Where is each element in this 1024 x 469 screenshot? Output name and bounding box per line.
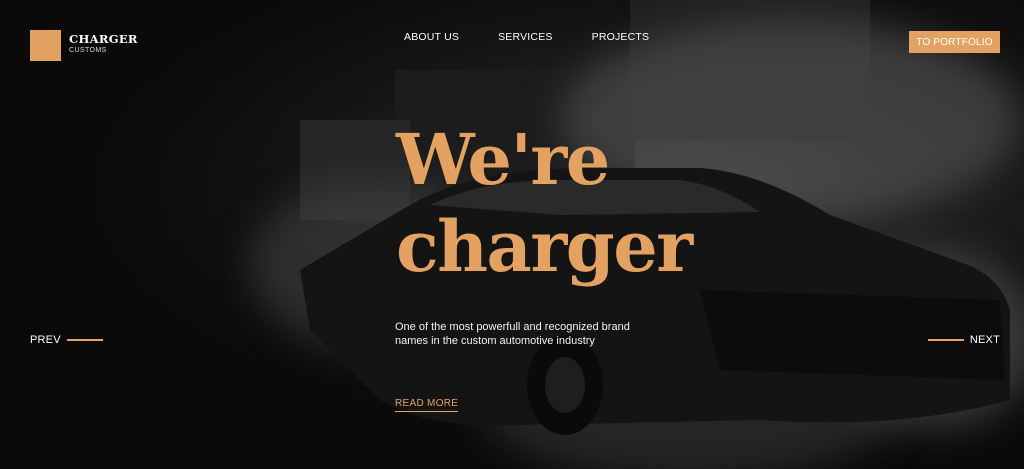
- prev-line: [66, 339, 103, 341]
- main-nav: ABOUT US SERVICES PROJECTS: [404, 31, 649, 43]
- to-portfolio-button[interactable]: TO PORTFOLIO: [909, 31, 1000, 53]
- hero-title: We're charger: [396, 116, 693, 290]
- brand-logo[interactable]: CHARGER CUSTOMS: [30, 30, 138, 61]
- prev-label: PREV: [30, 334, 61, 346]
- logo-mark: [30, 30, 61, 61]
- next-button[interactable]: NEXT: [927, 334, 1000, 346]
- prev-button[interactable]: PREV: [30, 334, 103, 346]
- next-line: [927, 339, 964, 341]
- nav-item-about-us[interactable]: ABOUT US: [404, 31, 459, 43]
- hero-title-line2: charger: [396, 205, 693, 288]
- hero-description: One of the most powerfull and recognized…: [395, 321, 630, 347]
- brand-name: CHARGER: [69, 32, 138, 46]
- hero-title-line1: We're: [396, 118, 610, 201]
- nav-item-projects[interactable]: PROJECTS: [592, 31, 650, 43]
- read-more-link[interactable]: READ MORE: [395, 398, 459, 412]
- nav-item-services[interactable]: SERVICES: [498, 31, 553, 43]
- brand-tagline: CUSTOMS: [69, 47, 107, 54]
- next-label: NEXT: [969, 334, 1000, 346]
